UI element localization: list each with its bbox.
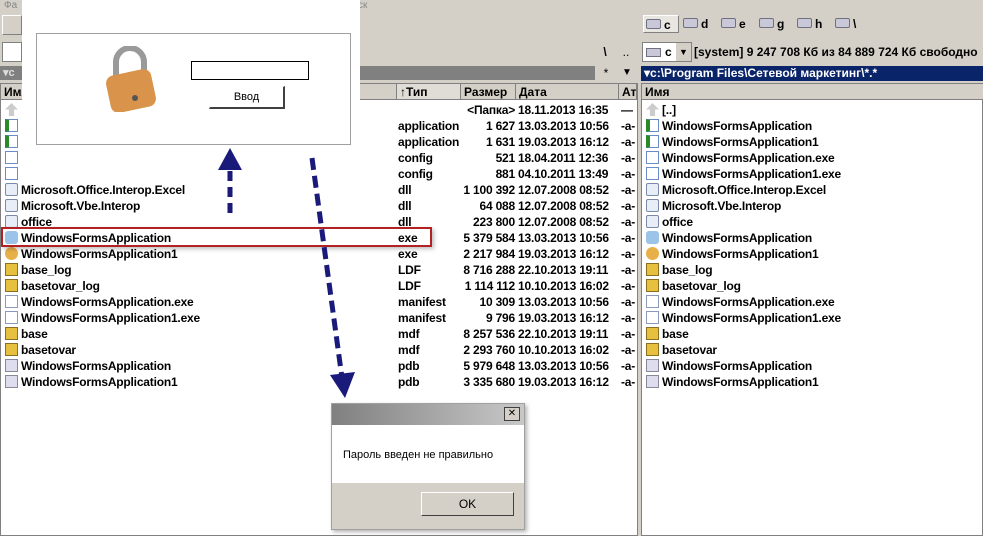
message-body: Пароль введен не правильно — [332, 425, 524, 483]
close-button[interactable]: ✕ — [504, 407, 520, 421]
message-title-bar: ✕ — [332, 404, 524, 425]
arrow-down-to-message — [309, 157, 355, 398]
ok-button[interactable]: OK — [421, 492, 514, 516]
message-text: Пароль введен не правильно — [343, 449, 494, 461]
arrow-up-to-login — [218, 148, 242, 213]
error-message-box: ✕ Пароль введен не правильно OK — [331, 403, 525, 530]
